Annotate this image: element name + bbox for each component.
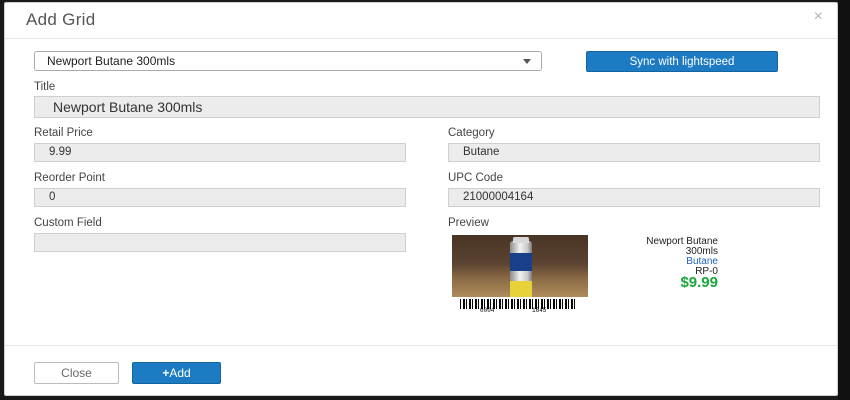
close-icon[interactable]: × bbox=[814, 9, 823, 25]
dialog-footer: Close +Add bbox=[5, 345, 837, 397]
retail-price-input[interactable]: 9.99 bbox=[34, 143, 406, 162]
upc-code-input[interactable]: 21000004164 bbox=[448, 188, 820, 207]
add-button-label: Add bbox=[169, 366, 191, 380]
custom-field-input[interactable] bbox=[34, 233, 406, 252]
barcode-left-digits: 0004 bbox=[480, 307, 495, 314]
chevron-down-icon bbox=[523, 59, 531, 64]
preview-price: $9.99 bbox=[680, 274, 718, 291]
reorder-point-input[interactable]: 0 bbox=[34, 188, 406, 207]
custom-field-label: Custom Field bbox=[34, 217, 102, 229]
add-grid-dialog: Add Grid × Newport Butane 300mls Sync wi… bbox=[4, 2, 838, 396]
product-select[interactable]: Newport Butane 300mls bbox=[34, 51, 542, 71]
reorder-point-label: Reorder Point bbox=[34, 172, 105, 184]
backdrop-edge bbox=[838, 0, 850, 400]
product-select-value: Newport Butane 300mls bbox=[47, 54, 176, 68]
title-input[interactable]: Newport Butane 300mls bbox=[34, 96, 820, 118]
barcode-graphic bbox=[460, 299, 576, 309]
preview-label: Preview bbox=[448, 217, 489, 229]
dialog-header: Add Grid × bbox=[5, 3, 837, 39]
product-photo bbox=[452, 235, 588, 297]
barcode-right-digits: 1645 bbox=[532, 307, 547, 314]
category-label: Category bbox=[448, 127, 495, 139]
close-button[interactable]: Close bbox=[34, 362, 119, 384]
category-input[interactable]: Butane bbox=[448, 143, 820, 162]
grid-preview-card: 0004 1645 Newport Butane 300mls Butane R… bbox=[452, 235, 720, 315]
upc-code-label: UPC Code bbox=[448, 172, 503, 184]
sync-lightspeed-button[interactable]: Sync with lightspeed bbox=[586, 51, 778, 72]
retail-price-label: Retail Price bbox=[34, 127, 93, 139]
add-button[interactable]: +Add bbox=[132, 362, 221, 384]
title-label: Title bbox=[34, 81, 56, 93]
dialog-title: Add Grid bbox=[26, 10, 96, 29]
